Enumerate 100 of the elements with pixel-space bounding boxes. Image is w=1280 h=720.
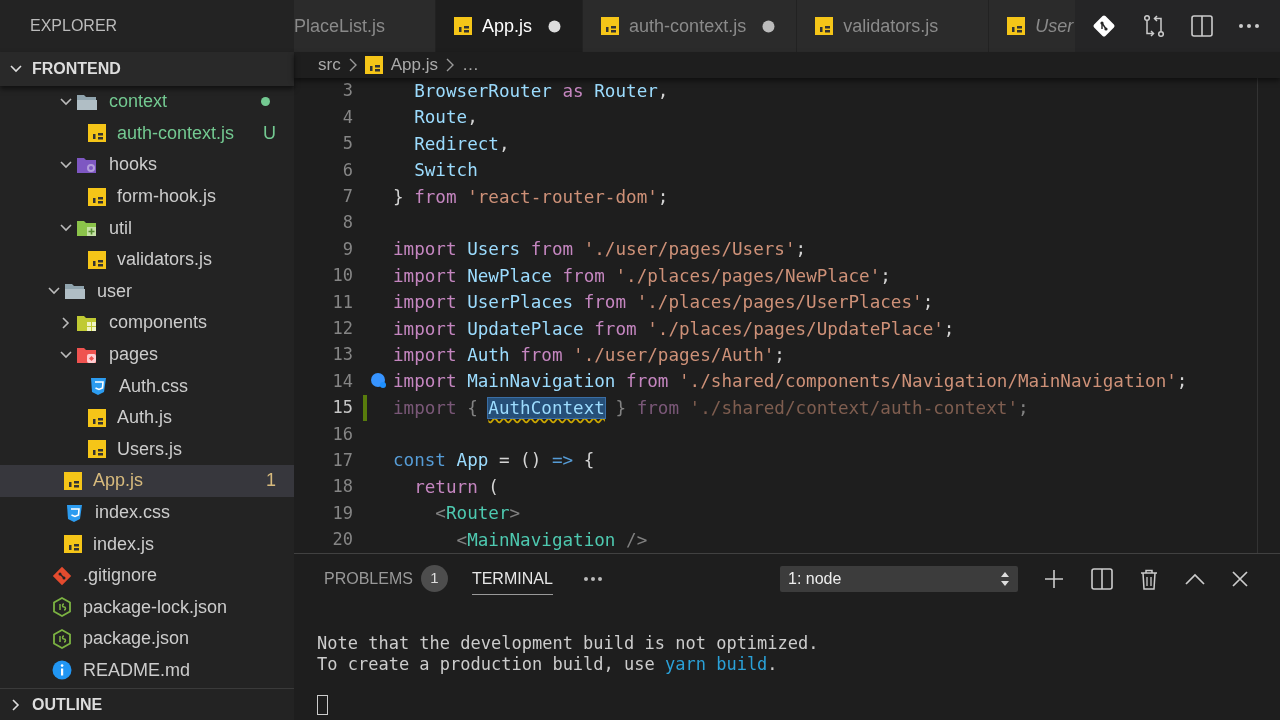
chevron-up-icon[interactable] <box>1185 573 1205 585</box>
css-file-icon <box>64 502 84 523</box>
close-icon[interactable] <box>1232 571 1248 587</box>
file-item[interactable]: auth-context.js U <box>0 117 294 150</box>
updown-icon <box>1000 571 1010 587</box>
folder-icon <box>76 345 98 364</box>
folder-item[interactable]: hooks <box>0 149 294 181</box>
file-item[interactable]: validators.js <box>0 243 294 276</box>
css-file-icon <box>88 376 108 397</box>
code-line: <MainNavigation /> <box>455 528 648 552</box>
line-number: 9 <box>341 237 353 261</box>
folder-item[interactable]: user <box>0 275 294 308</box>
line-number: 8 <box>341 211 353 235</box>
file-item[interactable]: Auth.css <box>0 370 294 402</box>
code-line: import Users from './user/pages/Users'; <box>393 238 807 262</box>
add-icon[interactable] <box>1044 569 1064 589</box>
terminal-line: Note that the development build is not optimized. <box>317 633 819 654</box>
js-file-icon <box>454 17 473 35</box>
js-file-icon <box>88 408 106 427</box>
editor-tab[interactable]: auth-context.js <box>583 0 798 52</box>
editor-tab[interactable]: PlaceList.js <box>294 0 437 52</box>
breadcrumb-item[interactable]: … <box>461 52 479 78</box>
unsaved-dot-icon[interactable] <box>547 19 561 33</box>
terminal-line: To create a production build, use yarn build. <box>317 654 778 675</box>
folder-icon <box>76 313 98 332</box>
code-line: Route, <box>413 106 478 130</box>
code-line: import UpdatePlace from './places/pages/UpdatePlace'; <box>393 317 955 341</box>
file-item[interactable]: .gitignore <box>0 559 294 592</box>
file-item[interactable]: Auth.js <box>0 401 294 434</box>
chevron-right-icon <box>347 58 358 72</box>
file-item[interactable]: App.js 1 <box>0 465 294 497</box>
split-editor-icon[interactable] <box>1091 568 1113 590</box>
panel-tab[interactable]: TERMINAL <box>471 563 553 595</box>
file-item[interactable]: index.css <box>0 496 294 529</box>
js-file-icon <box>601 17 620 35</box>
line-number: 6 <box>341 158 353 182</box>
node-file-icon <box>52 628 72 649</box>
editor-tab[interactable]: User <box>989 0 1075 52</box>
code-line: import NewPlace from './places/pages/NewPlace'; <box>393 264 891 288</box>
js-file-icon <box>88 250 106 269</box>
breadcrumb-item[interactable]: App.js <box>364 52 438 78</box>
line-number: 7 <box>341 185 353 208</box>
folder-icon <box>76 156 98 174</box>
code-line: <Router> <box>434 502 521 526</box>
folder-item[interactable]: pages <box>0 338 294 371</box>
unsaved-dot-icon[interactable] <box>761 19 775 33</box>
line-number: 19 <box>331 501 353 525</box>
folder-icon <box>76 92 98 111</box>
section-header[interactable]: OUTLINE <box>0 688 294 720</box>
compare-icon[interactable] <box>1142 14 1166 38</box>
file-item[interactable]: index.js <box>0 528 294 560</box>
line-number: 5 <box>341 132 353 156</box>
folder-item[interactable]: components <box>0 307 294 339</box>
js-file-icon <box>64 535 82 554</box>
panel-tab[interactable]: PROBLEMS 1 <box>324 563 448 595</box>
file-item[interactable]: README.md <box>0 654 294 687</box>
line-number: 4 <box>341 105 353 129</box>
file-status: 1 <box>266 469 276 493</box>
code-line: import MainNavigation from './shared/components/Navigation/MainNavigation'; <box>393 370 1188 394</box>
editor-tab[interactable]: validators.js <box>797 0 990 52</box>
terminal-select[interactable]: 1: node <box>780 566 1018 592</box>
file-item[interactable]: package.json <box>0 623 294 655</box>
sidebar-title: EXPLORER <box>30 16 118 36</box>
code-line: Switch <box>413 159 478 183</box>
line-number: 15 <box>331 396 353 420</box>
js-file-icon <box>364 56 383 74</box>
js-file-icon <box>88 440 106 459</box>
file-item[interactable]: Users.js <box>0 433 294 466</box>
js-file-icon <box>64 471 82 490</box>
folder-item[interactable]: context <box>0 86 294 118</box>
line-number: 14 <box>331 369 353 393</box>
editor-tab[interactable]: App.js <box>436 0 584 52</box>
js-file-icon <box>815 17 834 35</box>
more-icon[interactable] <box>582 576 603 582</box>
line-number: 12 <box>331 316 353 340</box>
file-item[interactable]: form-hook.js <box>0 180 294 213</box>
split-editor-icon[interactable] <box>1191 15 1213 37</box>
section-header[interactable]: FRONTEND <box>0 52 294 86</box>
folder-item[interactable]: util <box>0 212 294 244</box>
info-icon <box>52 660 72 681</box>
more-icon[interactable] <box>1238 23 1260 29</box>
line-number: 17 <box>331 448 353 472</box>
file-status: U <box>263 121 276 145</box>
code-line: import { AuthContext } from './shared/context/auth-context'; <box>393 396 1029 420</box>
line-number: 18 <box>331 475 353 499</box>
node-file-icon <box>52 597 72 618</box>
code-line: return ( <box>413 475 499 499</box>
folder-icon <box>76 219 98 238</box>
line-number: 16 <box>331 422 353 446</box>
breadcrumb-item[interactable]: src <box>318 52 341 78</box>
code-line: import Auth from './user/pages/Auth'; <box>393 343 785 367</box>
trash-icon[interactable] <box>1140 568 1158 590</box>
file-item[interactable]: package-lock.json <box>0 591 294 624</box>
problem-count: 1 <box>420 565 448 592</box>
code-line: Redirect, <box>413 132 510 156</box>
code-line: import UserPlaces from './places/pages/UserPlaces'; <box>393 291 934 315</box>
code-line: const App = () => { <box>393 449 595 473</box>
folder-icon <box>64 282 86 301</box>
line-number: 10 <box>331 264 353 288</box>
line-number: 13 <box>331 343 353 367</box>
